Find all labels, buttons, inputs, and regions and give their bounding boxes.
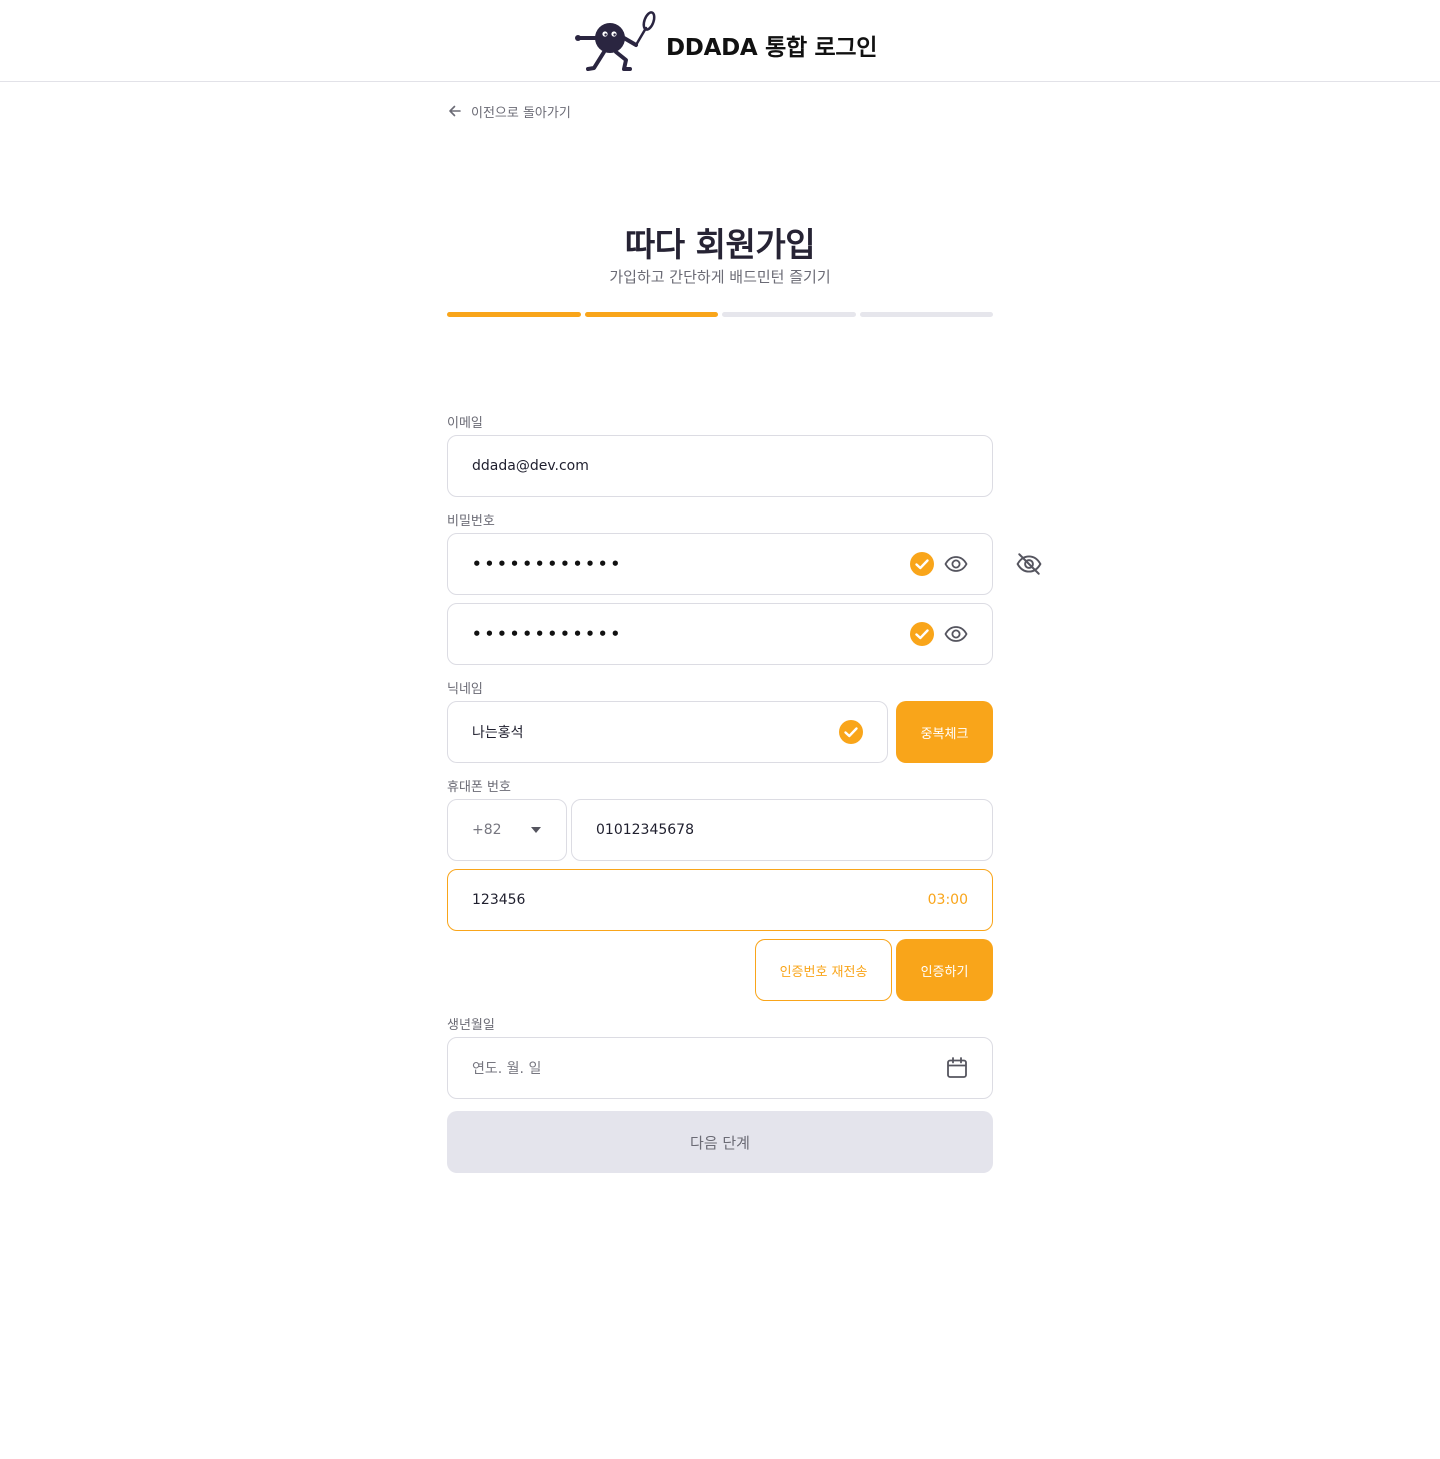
- brand-logo[interactable]: DDADA 통합 로그인: [574, 10, 878, 74]
- progress-step-4: [859, 312, 993, 317]
- page-subtitle: 가입하고 간단하게 배드민턴 즐기기: [609, 268, 831, 286]
- step-progress: [447, 312, 993, 317]
- password-confirm-value: ••••••••••••: [472, 625, 624, 643]
- page-title: 따다 회원가입: [624, 225, 816, 264]
- progress-step-3: [722, 312, 856, 317]
- badminton-mascot-icon: [575, 11, 656, 71]
- next-step-button[interactable]: 다음 단계: [447, 1111, 993, 1173]
- top-header: DDADA 통합 로그인: [0, 0, 1440, 82]
- check-circle-icon: [910, 552, 934, 576]
- verification-code-value: 123456: [472, 892, 526, 908]
- nickname-label: 닉네임: [447, 682, 483, 697]
- back-link[interactable]: 이전으로 돌아가기: [447, 101, 571, 121]
- progress-step-2: [584, 312, 718, 317]
- phone-number-field[interactable]: 01012345678: [571, 799, 993, 861]
- email-label: 이메일: [447, 416, 483, 431]
- eye-off-icon[interactable]: [1016, 551, 1042, 577]
- progress-step-1: [447, 312, 581, 317]
- verify-button[interactable]: 인증하기: [896, 939, 993, 1001]
- phone-number-value: 01012345678: [596, 822, 694, 838]
- email-value: ddada@dev.com: [472, 458, 589, 474]
- eye-icon[interactable]: [944, 622, 968, 646]
- nickname-value: 나는홍석: [472, 725, 524, 741]
- caret-down-icon: [531, 827, 541, 833]
- email-field[interactable]: ddada@dev.com: [447, 435, 993, 497]
- verification-code-field[interactable]: 123456 03:00: [447, 869, 993, 931]
- check-circle-icon: [839, 720, 863, 744]
- brand-title: DDADA 통합 로그인: [666, 35, 878, 61]
- eye-icon[interactable]: [944, 552, 968, 576]
- birthdate-field[interactable]: 연도. 월. 일: [447, 1037, 993, 1099]
- country-code-select[interactable]: +82: [447, 799, 567, 861]
- calendar-icon[interactable]: [946, 1057, 968, 1079]
- check-circle-icon: [910, 622, 934, 646]
- country-code-value: +82: [472, 822, 502, 838]
- password-field[interactable]: ••••••••••••: [447, 533, 993, 595]
- phone-label: 휴대폰 번호: [447, 780, 511, 795]
- arrow-left-icon: [449, 105, 461, 117]
- nickname-field[interactable]: 나는홍석: [447, 701, 888, 763]
- verification-timer: 03:00: [927, 892, 968, 908]
- resend-code-button[interactable]: 인증번호 재전송: [755, 939, 892, 1001]
- birthdate-placeholder: 연도. 월. 일: [472, 1061, 542, 1077]
- password-value: ••••••••••••: [472, 555, 624, 573]
- back-link-label: 이전으로 돌아가기: [471, 105, 571, 121]
- password-label: 비밀번호: [447, 514, 495, 529]
- birthdate-label: 생년월일: [447, 1018, 495, 1033]
- duplicate-check-button[interactable]: 중복체크: [896, 701, 993, 763]
- password-confirm-field[interactable]: ••••••••••••: [447, 603, 993, 665]
